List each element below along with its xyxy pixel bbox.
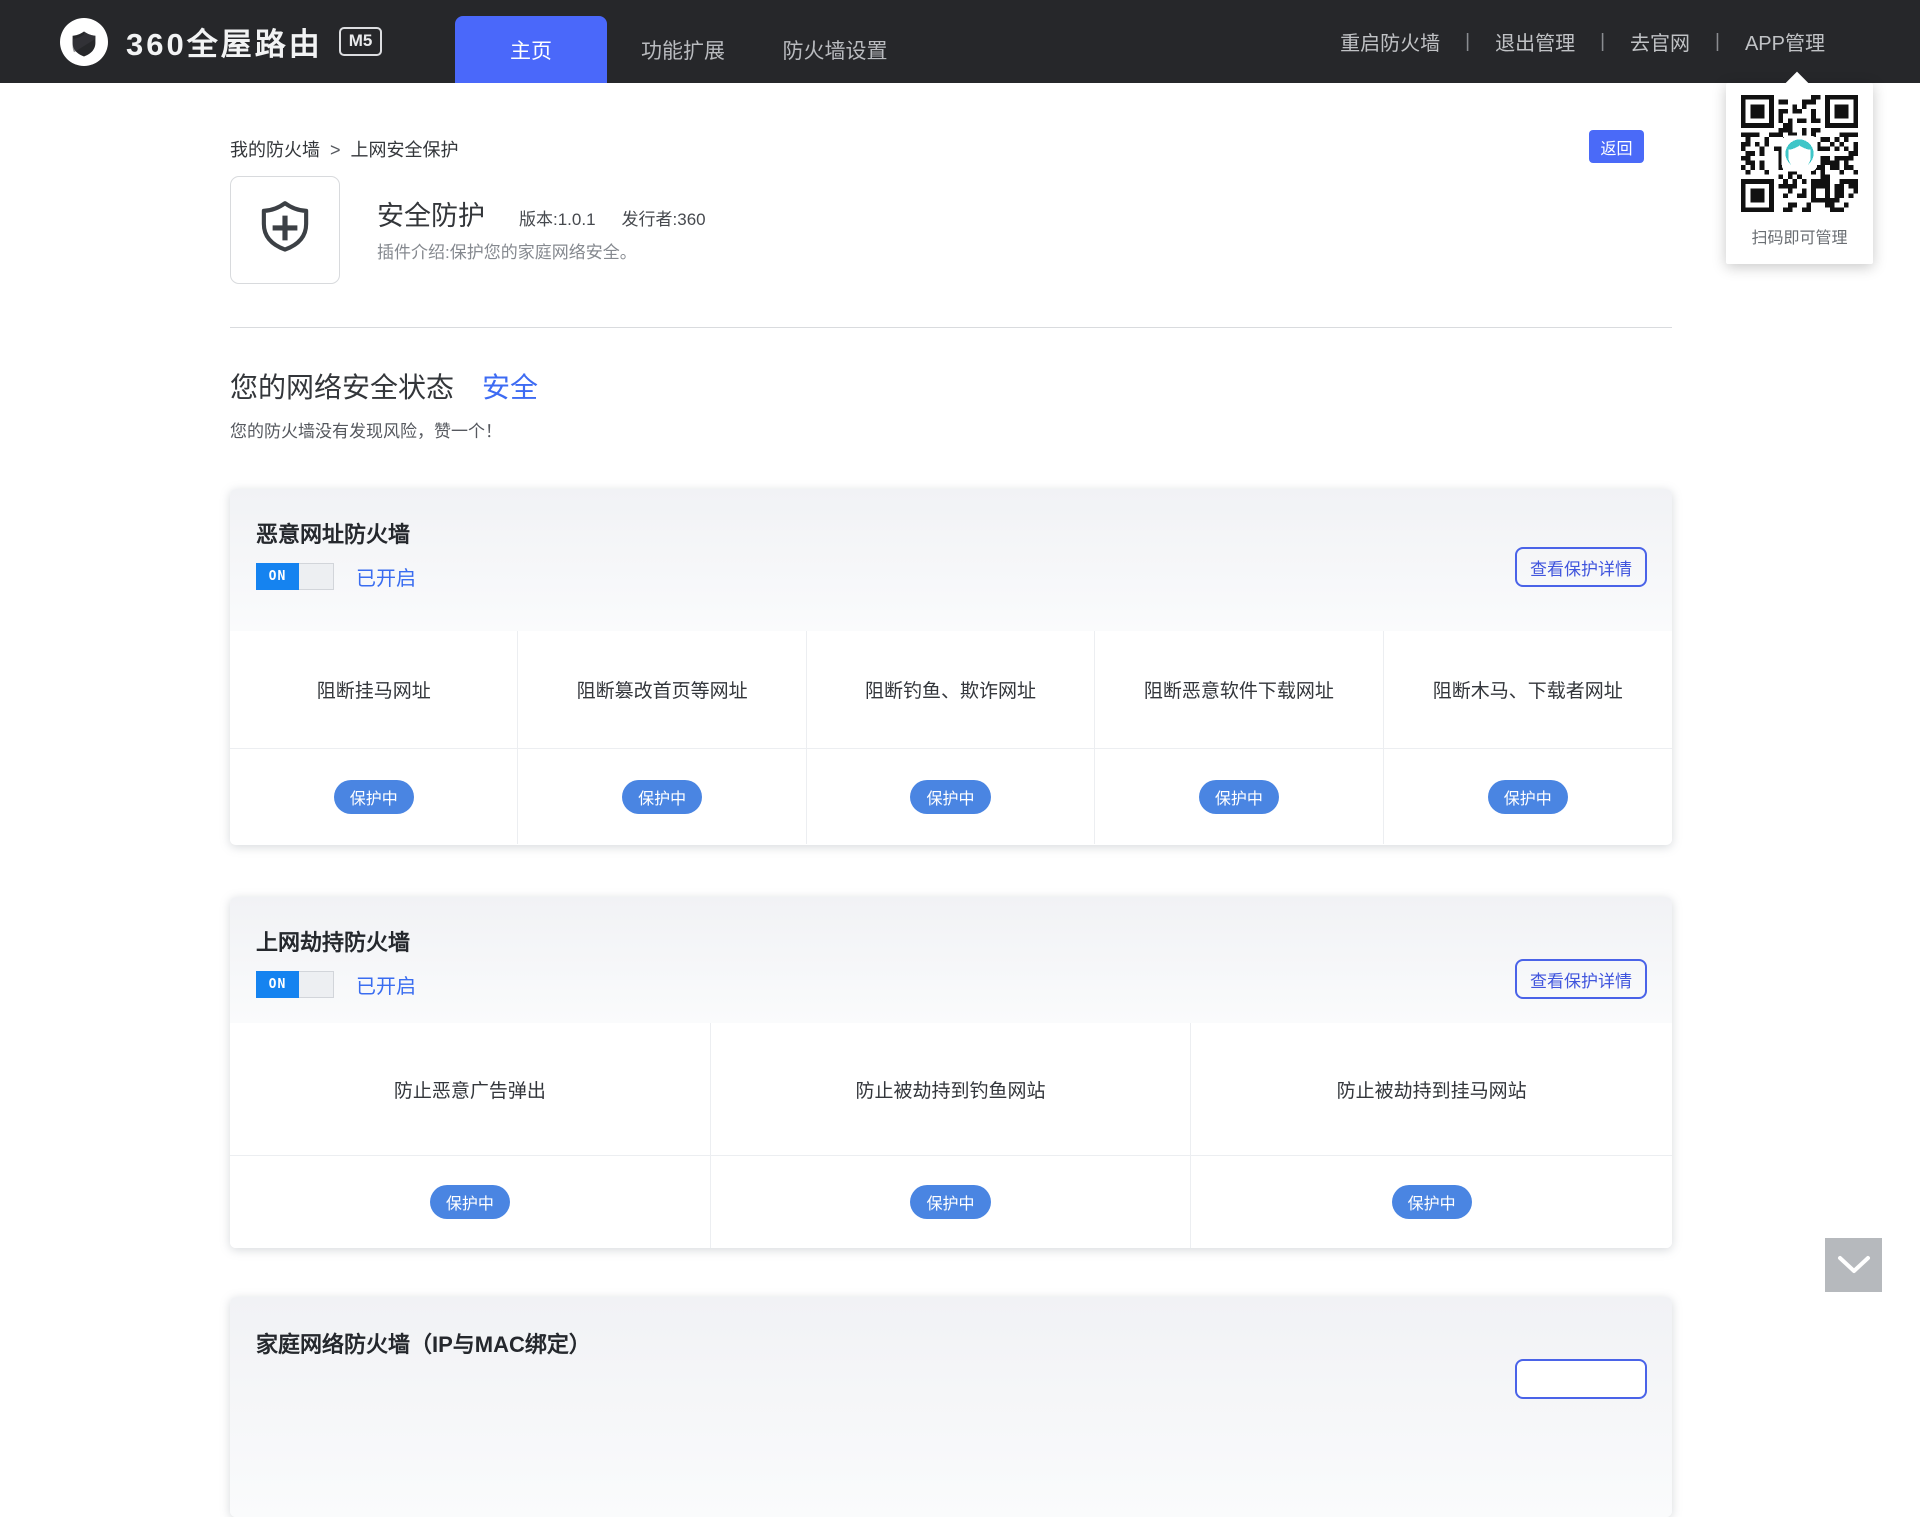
protection-item-label: 阻断恶意软件下载网址 <box>1095 631 1384 748</box>
restart-firewall-link[interactable]: 重启防火墙 <box>1315 27 1465 56</box>
brand-model-badge: M5 <box>338 27 383 56</box>
breadcrumb: 我的防火墙 > 上网安全保护 <box>230 136 459 162</box>
plugin-title: 安全防护 <box>377 201 485 231</box>
protecting-status-pill[interactable]: 保护中 <box>1198 779 1279 814</box>
card-home-network-firewall: 家庭网络防火墙（IP与MAC绑定） <box>230 1297 1672 1517</box>
scroll-down-button[interactable] <box>1825 1238 1882 1292</box>
partial-button[interactable] <box>1515 1359 1647 1399</box>
card-header: 恶意网址防火墙 ON 已开启 查看保护详情 <box>230 489 1672 631</box>
protection-grid: 防止恶意广告弹出 防止被劫持到钓鱼网站 防止被劫持到挂马网站 保护中 保护中 保… <box>230 1023 1672 1248</box>
main-tabs: 主页 功能扩展 防火墙设置 <box>455 16 911 83</box>
protecting-status-pill[interactable]: 保护中 <box>1391 1185 1472 1219</box>
protection-item-cell: 保护中 <box>518 748 807 844</box>
protection-item-label: 防止被劫持到挂马网站 <box>1191 1023 1672 1155</box>
tab-home[interactable]: 主页 <box>455 16 607 83</box>
protection-item-cell: 保护中 <box>1383 748 1672 844</box>
view-protection-details-button[interactable]: 查看保护详情 <box>1515 547 1647 587</box>
card-malicious-url-firewall: 恶意网址防火墙 ON 已开启 查看保护详情 阻断挂马网址 阻断篡改首页等网址 阻… <box>230 489 1672 845</box>
qr-code <box>1741 95 1858 212</box>
view-protection-details-button[interactable]: 查看保护详情 <box>1515 959 1647 999</box>
tab-extensions[interactable]: 功能扩展 <box>607 16 759 83</box>
toggle-on-label: ON <box>256 563 299 590</box>
official-site-link[interactable]: 去官网 <box>1605 27 1715 56</box>
security-status-value: 安全 <box>482 372 539 403</box>
back-button[interactable]: 返回 <box>1589 130 1644 163</box>
toggle-state-label: 已开启 <box>356 976 416 998</box>
card-header: 上网劫持防火墙 ON 已开启 查看保护详情 <box>230 897 1672 1023</box>
security-status-row: 您的网络安全状态 安全 <box>230 366 538 406</box>
security-status-subtitle: 您的防火墙没有发现风险，赞一个！ <box>230 422 502 441</box>
card-title: 恶意网址防火墙 <box>256 522 411 547</box>
firewall-toggle[interactable]: ON <box>256 971 334 998</box>
protection-item-label: 防止恶意广告弹出 <box>230 1023 711 1155</box>
security-status-title: 您的网络安全状态 <box>230 372 455 403</box>
protection-item-label: 阻断钓鱼、欺诈网址 <box>806 631 1096 748</box>
card-title: 家庭网络防火墙（IP与MAC绑定） <box>256 1332 591 1357</box>
protection-item-cell: 保护中 <box>1191 1155 1672 1248</box>
toggle-track <box>299 563 334 590</box>
toggle-row: ON 已开启 <box>256 562 1672 591</box>
logout-link[interactable]: 退出管理 <box>1470 27 1600 56</box>
chevron-down-icon <box>1837 1256 1870 1273</box>
protecting-status-pill[interactable]: 保护中 <box>429 1185 510 1219</box>
protecting-status-pill[interactable]: 保护中 <box>622 779 703 814</box>
card-title: 上网劫持防火墙 <box>256 930 411 955</box>
toggle-on-label: ON <box>256 971 299 998</box>
protecting-status-pill[interactable]: 保护中 <box>1487 779 1568 814</box>
protection-item-label: 阻断篡改首页等网址 <box>518 631 807 748</box>
firewall-toggle[interactable]: ON <box>256 563 334 590</box>
protection-item-label: 阻断挂马网址 <box>230 631 519 748</box>
app-manage-link[interactable]: APP管理 <box>1720 27 1850 56</box>
toggle-row: ON 已开启 <box>256 970 1672 999</box>
protection-item-label: 防止被劫持到钓鱼网站 <box>710 1023 1192 1155</box>
tab-firewall-settings[interactable]: 防火墙设置 <box>759 16 911 83</box>
plugin-title-row: 安全防护 版本:1.0.1 发行者:360 <box>377 194 706 233</box>
protection-item-cell: 保护中 <box>1095 748 1384 844</box>
card-hijack-firewall: 上网劫持防火墙 ON 已开启 查看保护详情 防止恶意广告弹出 防止被劫持到钓鱼网… <box>230 897 1672 1248</box>
section-divider <box>230 327 1672 328</box>
nav-links: 重启防火墙 | 退出管理 | 去官网 | APP管理 <box>1315 0 1850 83</box>
plugin-version: 版本:1.0.1 <box>519 210 596 229</box>
protecting-status-pill[interactable]: 保护中 <box>910 779 991 814</box>
qr-caption: 扫码即可管理 <box>1751 230 1848 247</box>
top-navbar: 360全屋路由 M5 主页 功能扩展 防火墙设置 重启防火墙 | 退出管理 | … <box>0 0 1920 83</box>
shield-plus-icon <box>261 201 309 252</box>
protection-grid: 阻断挂马网址 阻断篡改首页等网址 阻断钓鱼、欺诈网址 阻断恶意软件下载网址 阻断… <box>230 631 1672 844</box>
plugin-description: 插件介绍:保护您的家庭网络安全。 <box>377 243 637 262</box>
toggle-state-label: 已开启 <box>356 568 416 590</box>
protection-item-cell: 保护中 <box>806 748 1096 844</box>
protection-item-label: 阻断木马、下载者网址 <box>1383 631 1672 748</box>
protection-item-cell: 保护中 <box>230 1155 711 1248</box>
card-header: 家庭网络防火墙（IP与MAC绑定） <box>230 1297 1672 1517</box>
breadcrumb-root[interactable]: 我的防火墙 <box>230 140 320 160</box>
breadcrumb-current: 上网安全保护 <box>350 140 459 160</box>
protecting-status-pill[interactable]: 保护中 <box>333 779 414 814</box>
protecting-status-pill[interactable]: 保护中 <box>910 1185 991 1219</box>
toggle-track <box>299 971 334 998</box>
app-qr-popover: 扫码即可管理 <box>1726 71 1873 264</box>
breadcrumb-separator: > <box>330 140 341 160</box>
shield-logo-icon <box>60 17 108 66</box>
brand: 360全屋路由 M5 <box>60 0 383 83</box>
plugin-publisher: 发行者:360 <box>621 210 706 229</box>
protection-item-cell: 保护中 <box>710 1155 1192 1248</box>
brand-name: 360全屋路由 <box>126 27 323 62</box>
plugin-icon-box <box>230 176 340 284</box>
protection-item-cell: 保护中 <box>230 748 519 844</box>
